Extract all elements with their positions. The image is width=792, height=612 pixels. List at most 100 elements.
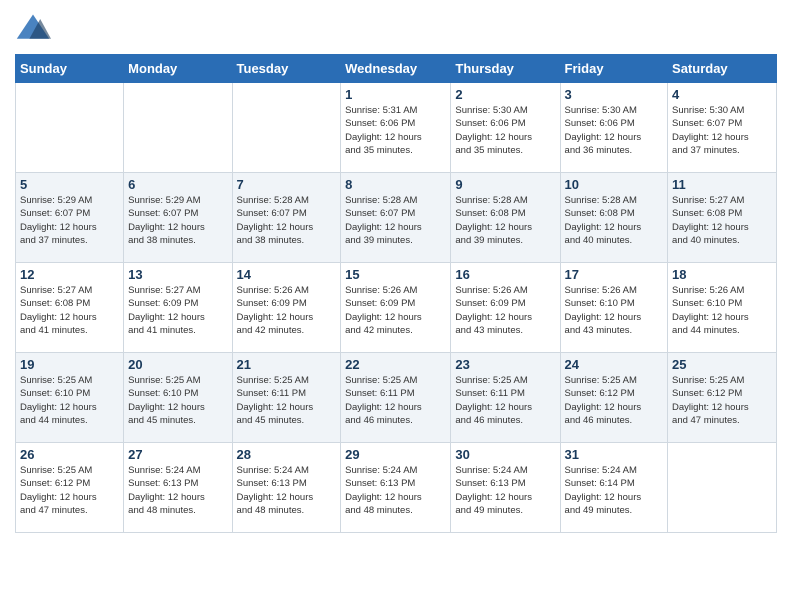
day-info: Sunrise: 5:27 AM Sunset: 6:09 PM Dayligh… <box>128 284 227 337</box>
day-info: Sunrise: 5:28 AM Sunset: 6:07 PM Dayligh… <box>237 194 337 247</box>
day-number: 16 <box>455 267 555 282</box>
week-row-2: 5 Sunrise: 5:29 AM Sunset: 6:07 PM Daylig… <box>16 173 777 263</box>
day-number: 23 <box>455 357 555 372</box>
day-cell: 5 Sunrise: 5:29 AM Sunset: 6:07 PM Daylig… <box>16 173 124 263</box>
day-header-wednesday: Wednesday <box>341 55 451 83</box>
day-info: Sunrise: 5:25 AM Sunset: 6:11 PM Dayligh… <box>455 374 555 427</box>
day-info: Sunrise: 5:24 AM Sunset: 6:13 PM Dayligh… <box>128 464 227 517</box>
day-cell: 16 Sunrise: 5:26 AM Sunset: 6:09 PM Dayli… <box>451 263 560 353</box>
day-info: Sunrise: 5:25 AM Sunset: 6:12 PM Dayligh… <box>565 374 664 427</box>
day-cell: 19 Sunrise: 5:25 AM Sunset: 6:10 PM Dayli… <box>16 353 124 443</box>
day-cell: 26Sunrise: 5:25 AM Sunset: 6:12 PM Dayli… <box>16 443 124 533</box>
day-cell <box>232 83 341 173</box>
day-cell: 4 Sunrise: 5:30 AM Sunset: 6:07 PM Daylig… <box>668 83 777 173</box>
day-number: 11 <box>672 177 772 192</box>
day-header-sunday: Sunday <box>16 55 124 83</box>
week-row-5: 26Sunrise: 5:25 AM Sunset: 6:12 PM Dayli… <box>16 443 777 533</box>
day-info: Sunrise: 5:26 AM Sunset: 6:10 PM Dayligh… <box>672 284 772 337</box>
day-number: 28 <box>237 447 337 462</box>
day-number: 2 <box>455 87 555 102</box>
day-info: Sunrise: 5:24 AM Sunset: 6:14 PM Dayligh… <box>565 464 664 517</box>
day-header-monday: Monday <box>124 55 232 83</box>
day-info: Sunrise: 5:26 AM Sunset: 6:09 PM Dayligh… <box>345 284 446 337</box>
day-number: 10 <box>565 177 664 192</box>
day-number: 6 <box>128 177 227 192</box>
day-number: 1 <box>345 87 446 102</box>
day-info: Sunrise: 5:26 AM Sunset: 6:09 PM Dayligh… <box>455 284 555 337</box>
day-number: 31 <box>565 447 664 462</box>
day-number: 9 <box>455 177 555 192</box>
day-info: Sunrise: 5:25 AM Sunset: 6:11 PM Dayligh… <box>237 374 337 427</box>
day-cell: 23 Sunrise: 5:25 AM Sunset: 6:11 PM Dayli… <box>451 353 560 443</box>
day-info: Sunrise: 5:25 AM Sunset: 6:10 PM Dayligh… <box>20 374 119 427</box>
day-number: 25 <box>672 357 772 372</box>
day-cell <box>124 83 232 173</box>
day-number: 5 <box>20 177 119 192</box>
day-cell: 7 Sunrise: 5:28 AM Sunset: 6:07 PM Daylig… <box>232 173 341 263</box>
day-cell: 14 Sunrise: 5:26 AM Sunset: 6:09 PM Dayli… <box>232 263 341 353</box>
day-info: Sunrise: 5:28 AM Sunset: 6:08 PM Dayligh… <box>565 194 664 247</box>
day-number: 14 <box>237 267 337 282</box>
day-info: Sunrise: 5:30 AM Sunset: 6:07 PM Dayligh… <box>672 104 772 157</box>
day-cell: 21 Sunrise: 5:25 AM Sunset: 6:11 PM Dayli… <box>232 353 341 443</box>
day-cell: 3 Sunrise: 5:30 AM Sunset: 6:06 PM Daylig… <box>560 83 668 173</box>
day-cell: 17 Sunrise: 5:26 AM Sunset: 6:10 PM Dayli… <box>560 263 668 353</box>
day-number: 30 <box>455 447 555 462</box>
day-number: 20 <box>128 357 227 372</box>
day-cell: 10 Sunrise: 5:28 AM Sunset: 6:08 PM Dayli… <box>560 173 668 263</box>
day-number: 3 <box>565 87 664 102</box>
day-info: Sunrise: 5:24 AM Sunset: 6:13 PM Dayligh… <box>237 464 337 517</box>
day-cell: 24 Sunrise: 5:25 AM Sunset: 6:12 PM Dayli… <box>560 353 668 443</box>
day-info: Sunrise: 5:27 AM Sunset: 6:08 PM Dayligh… <box>20 284 119 337</box>
day-info: Sunrise: 5:26 AM Sunset: 6:09 PM Dayligh… <box>237 284 337 337</box>
day-number: 7 <box>237 177 337 192</box>
day-number: 27 <box>128 447 227 462</box>
day-info: Sunrise: 5:29 AM Sunset: 6:07 PM Dayligh… <box>20 194 119 247</box>
day-cell: 25 Sunrise: 5:25 AM Sunset: 6:12 PM Dayli… <box>668 353 777 443</box>
day-number: 12 <box>20 267 119 282</box>
day-number: 8 <box>345 177 446 192</box>
day-cell: 6Sunrise: 5:29 AM Sunset: 6:07 PM Daylig… <box>124 173 232 263</box>
day-cell: 22Sunrise: 5:25 AM Sunset: 6:11 PM Dayli… <box>341 353 451 443</box>
day-info: Sunrise: 5:30 AM Sunset: 6:06 PM Dayligh… <box>565 104 664 157</box>
day-cell: 9Sunrise: 5:28 AM Sunset: 6:08 PM Daylig… <box>451 173 560 263</box>
day-cell: 20 Sunrise: 5:25 AM Sunset: 6:10 PM Dayli… <box>124 353 232 443</box>
day-number: 15 <box>345 267 446 282</box>
day-info: Sunrise: 5:24 AM Sunset: 6:13 PM Dayligh… <box>455 464 555 517</box>
day-cell: 1Sunrise: 5:31 AM Sunset: 6:06 PM Daylig… <box>341 83 451 173</box>
day-number: 17 <box>565 267 664 282</box>
day-number: 29 <box>345 447 446 462</box>
day-cell: 27 Sunrise: 5:24 AM Sunset: 6:13 PM Dayli… <box>124 443 232 533</box>
day-number: 22 <box>345 357 446 372</box>
day-cell: 30 Sunrise: 5:24 AM Sunset: 6:13 PM Dayli… <box>451 443 560 533</box>
day-cell: 31 Sunrise: 5:24 AM Sunset: 6:14 PM Dayli… <box>560 443 668 533</box>
day-cell <box>16 83 124 173</box>
day-number: 26 <box>20 447 119 462</box>
day-header-saturday: Saturday <box>668 55 777 83</box>
day-info: Sunrise: 5:28 AM Sunset: 6:07 PM Dayligh… <box>345 194 446 247</box>
day-info: Sunrise: 5:24 AM Sunset: 6:13 PM Dayligh… <box>345 464 446 517</box>
day-cell: 13 Sunrise: 5:27 AM Sunset: 6:09 PM Dayli… <box>124 263 232 353</box>
day-number: 4 <box>672 87 772 102</box>
day-info: Sunrise: 5:25 AM Sunset: 6:12 PM Dayligh… <box>672 374 772 427</box>
day-info: Sunrise: 5:30 AM Sunset: 6:06 PM Dayligh… <box>455 104 555 157</box>
day-info: Sunrise: 5:27 AM Sunset: 6:08 PM Dayligh… <box>672 194 772 247</box>
week-row-4: 19 Sunrise: 5:25 AM Sunset: 6:10 PM Dayli… <box>16 353 777 443</box>
day-number: 24 <box>565 357 664 372</box>
day-cell: 15 Sunrise: 5:26 AM Sunset: 6:09 PM Dayli… <box>341 263 451 353</box>
day-cell: 8 Sunrise: 5:28 AM Sunset: 6:07 PM Daylig… <box>341 173 451 263</box>
week-row-3: 12 Sunrise: 5:27 AM Sunset: 6:08 PM Dayli… <box>16 263 777 353</box>
day-number: 18 <box>672 267 772 282</box>
day-info: Sunrise: 5:26 AM Sunset: 6:10 PM Dayligh… <box>565 284 664 337</box>
day-number: 21 <box>237 357 337 372</box>
day-number: 13 <box>128 267 227 282</box>
day-header-thursday: Thursday <box>451 55 560 83</box>
day-number: 19 <box>20 357 119 372</box>
calendar-table: SundayMondayTuesdayWednesdayThursdayFrid… <box>15 54 777 533</box>
day-cell: 18 Sunrise: 5:26 AM Sunset: 6:10 PM Dayli… <box>668 263 777 353</box>
logo-icon <box>15 10 51 46</box>
day-header-row: SundayMondayTuesdayWednesdayThursdayFrid… <box>16 55 777 83</box>
day-header-tuesday: Tuesday <box>232 55 341 83</box>
day-info: Sunrise: 5:25 AM Sunset: 6:10 PM Dayligh… <box>128 374 227 427</box>
day-cell: 2 Sunrise: 5:30 AM Sunset: 6:06 PM Daylig… <box>451 83 560 173</box>
